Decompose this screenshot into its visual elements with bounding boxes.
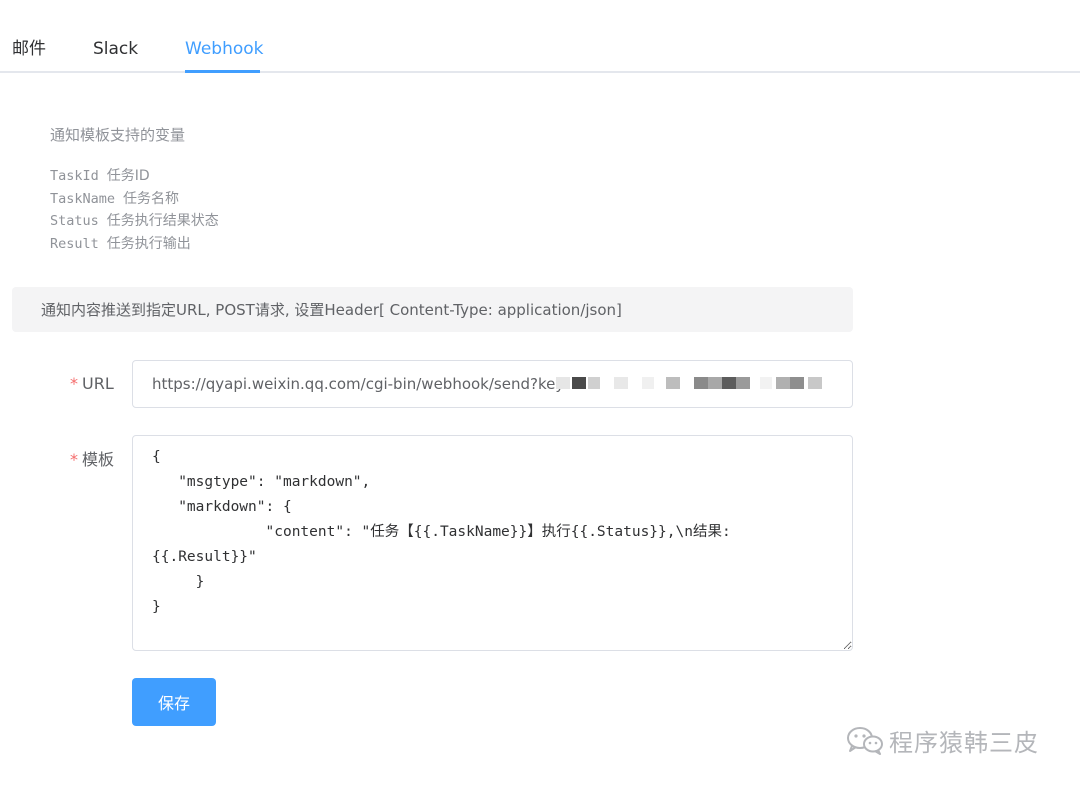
required-mark: * (70, 450, 78, 469)
variable-key: Status (50, 213, 99, 229)
tab-active-indicator (185, 70, 260, 73)
tab-slack[interactable]: Slack (93, 36, 138, 62)
variables-list: TaskId 任务ID TaskName 任务名称 Status 任务执行结果状态 R… (50, 165, 219, 255)
info-alert-text: 通知内容推送到指定URL, POST请求, 设置Header[ Content-… (41, 301, 622, 319)
url-input[interactable] (132, 360, 853, 408)
template-label: * 模板 (70, 449, 114, 471)
url-label: * URL (70, 373, 114, 395)
variable-desc: 任务执行结果状态 (106, 213, 219, 229)
template-label-text: 模板 (82, 450, 115, 469)
variable-item: Result 任务执行输出 (50, 233, 219, 256)
variable-item: TaskId 任务ID (50, 165, 219, 188)
variables-help-title: 通知模板支持的变量 (50, 126, 186, 144)
tab-mail[interactable]: 邮件 (12, 36, 46, 62)
variable-key: TaskId (50, 168, 99, 184)
wechat-icon (847, 727, 883, 755)
watermark: 程序猿韩三皮 (845, 722, 1039, 758)
variable-item: TaskName 任务名称 (50, 188, 219, 211)
variable-desc: 任务ID (106, 168, 150, 184)
info-alert: 通知内容推送到指定URL, POST请求, 设置Header[ Content-… (12, 287, 853, 332)
required-mark: * (70, 374, 78, 393)
template-textarea[interactable]: { "msgtype": "markdown", "markdown": { "… (132, 435, 853, 651)
variable-desc: 任务名称 (123, 190, 180, 207)
save-button[interactable]: 保存 (132, 678, 216, 726)
variable-item: Status 任务执行结果状态 (50, 210, 219, 233)
tabs-divider (0, 71, 1080, 73)
tabs-bar: 邮件 Slack Webhook (0, 0, 1080, 73)
variable-key: Result (50, 235, 99, 252)
url-label-text: URL (82, 374, 114, 393)
tab-webhook[interactable]: Webhook (185, 36, 263, 62)
variable-desc: 任务执行输出 (106, 235, 191, 252)
watermark-text: 程序猿韩三皮 (889, 728, 1039, 757)
variable-key: TaskName (50, 190, 116, 207)
